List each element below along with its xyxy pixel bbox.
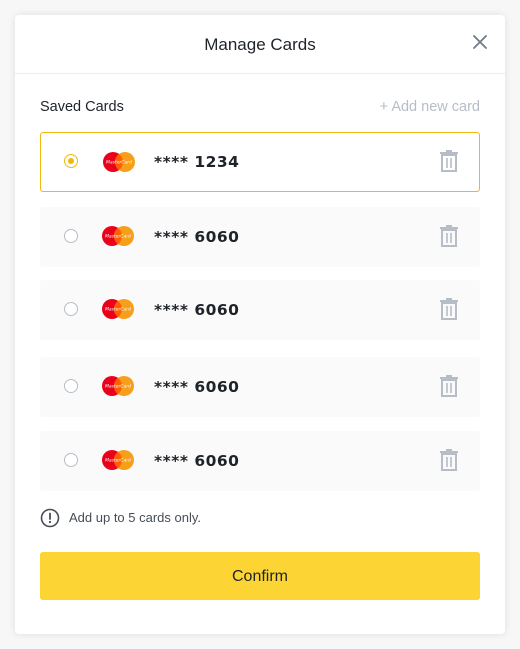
mastercard-icon: MasterCard bbox=[102, 299, 134, 319]
card-item[interactable]: MasterCard **** 6060 bbox=[40, 207, 480, 267]
card-item[interactable]: MasterCard **** 6060 bbox=[40, 431, 480, 491]
card-radio[interactable] bbox=[64, 229, 78, 243]
saved-cards-label: Saved Cards bbox=[40, 99, 124, 115]
info-icon bbox=[40, 508, 60, 528]
trash-icon[interactable] bbox=[438, 149, 460, 173]
card-number: **** 6060 bbox=[154, 228, 240, 246]
trash-icon[interactable] bbox=[438, 374, 460, 398]
card-item[interactable]: MasterCard **** 1234 bbox=[40, 132, 480, 192]
trash-icon[interactable] bbox=[438, 448, 460, 472]
modal-title: Manage Cards bbox=[204, 35, 316, 54]
card-number: **** 6060 bbox=[154, 378, 240, 396]
svg-text:MasterCard: MasterCard bbox=[105, 234, 131, 240]
card-item[interactable]: MasterCard **** 6060 bbox=[40, 357, 480, 417]
card-limit-note: Add up to 5 cards only. bbox=[40, 508, 480, 528]
card-radio[interactable] bbox=[64, 453, 78, 467]
card-radio[interactable] bbox=[64, 379, 78, 393]
card-radio-selected[interactable] bbox=[64, 154, 78, 168]
trash-icon[interactable] bbox=[438, 224, 460, 248]
svg-text:MasterCard: MasterCard bbox=[106, 160, 132, 166]
card-radio[interactable] bbox=[64, 302, 78, 316]
mastercard-icon: MasterCard bbox=[103, 152, 135, 172]
close-icon[interactable] bbox=[469, 31, 491, 53]
mastercard-icon: MasterCard bbox=[102, 450, 134, 470]
mastercard-icon: MasterCard bbox=[102, 376, 134, 396]
card-number: **** 1234 bbox=[154, 153, 240, 171]
saved-cards-header: Saved Cards + Add new card bbox=[40, 99, 480, 119]
card-number: **** 6060 bbox=[154, 452, 240, 470]
trash-icon[interactable] bbox=[438, 297, 460, 321]
add-new-card-link[interactable]: + Add new card bbox=[380, 99, 480, 115]
mastercard-icon: MasterCard bbox=[102, 226, 134, 246]
svg-text:MasterCard: MasterCard bbox=[105, 307, 131, 313]
card-number: **** 6060 bbox=[154, 301, 240, 319]
confirm-button[interactable]: Confirm bbox=[40, 552, 480, 600]
svg-text:MasterCard: MasterCard bbox=[105, 458, 131, 464]
manage-cards-modal: Manage Cards Saved Cards + Add new card … bbox=[15, 15, 505, 634]
modal-header: Manage Cards bbox=[15, 15, 505, 74]
note-text: Add up to 5 cards only. bbox=[69, 510, 202, 525]
svg-text:MasterCard: MasterCard bbox=[105, 384, 131, 390]
card-item[interactable]: MasterCard **** 6060 bbox=[40, 280, 480, 340]
